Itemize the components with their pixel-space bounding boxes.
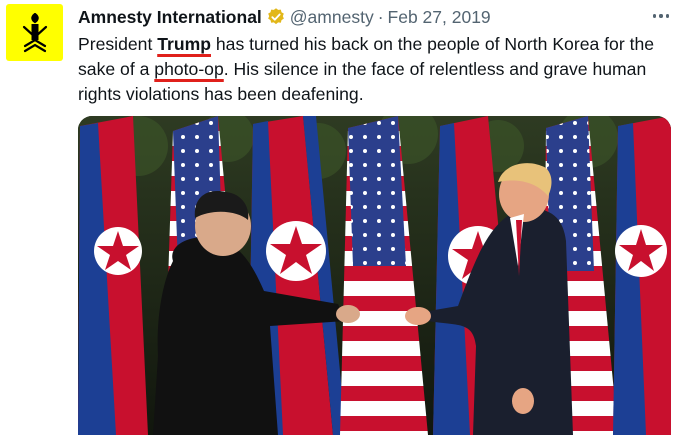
author-handle[interactable]: @amnesty (290, 7, 374, 28)
verified-badge-icon (267, 8, 284, 25)
tweet-date[interactable]: Feb 27, 2019 (388, 7, 491, 28)
text-segment: rights violations has been deafening. (78, 84, 364, 104)
photo-illustration (78, 116, 671, 435)
tweet-text-line: sake of a photo-op. His silence in the f… (78, 57, 676, 82)
amnesty-candle-logo-icon (22, 13, 48, 53)
underlined-word-photo-op: photo-op (154, 59, 224, 79)
more-options-icon[interactable] (650, 8, 672, 24)
avatar[interactable] (6, 4, 63, 61)
underlined-word-trump: Trump (157, 34, 211, 54)
tweet-text-line: President Trump has turned his back on t… (78, 32, 676, 57)
tweet-text: President Trump has turned his back on t… (78, 32, 676, 107)
author-name[interactable]: Amnesty International (78, 7, 262, 28)
text-segment: sake of a (78, 59, 155, 79)
tweet[interactable]: Amnesty International @amnesty · Feb 27,… (0, 0, 679, 435)
separator-dot: · (377, 6, 384, 27)
text-segment: has turned his back on the people of Nor… (210, 34, 655, 54)
tweet-header: Amnesty International @amnesty · Feb 27,… (78, 5, 491, 29)
tweet-photo[interactable] (78, 116, 671, 435)
tweet-text-line: rights violations has been deafening. (78, 82, 676, 107)
text-segment: President (78, 34, 158, 54)
flag-dprk (613, 116, 671, 435)
text-segment: . His silence in the face of relentless … (223, 59, 647, 79)
